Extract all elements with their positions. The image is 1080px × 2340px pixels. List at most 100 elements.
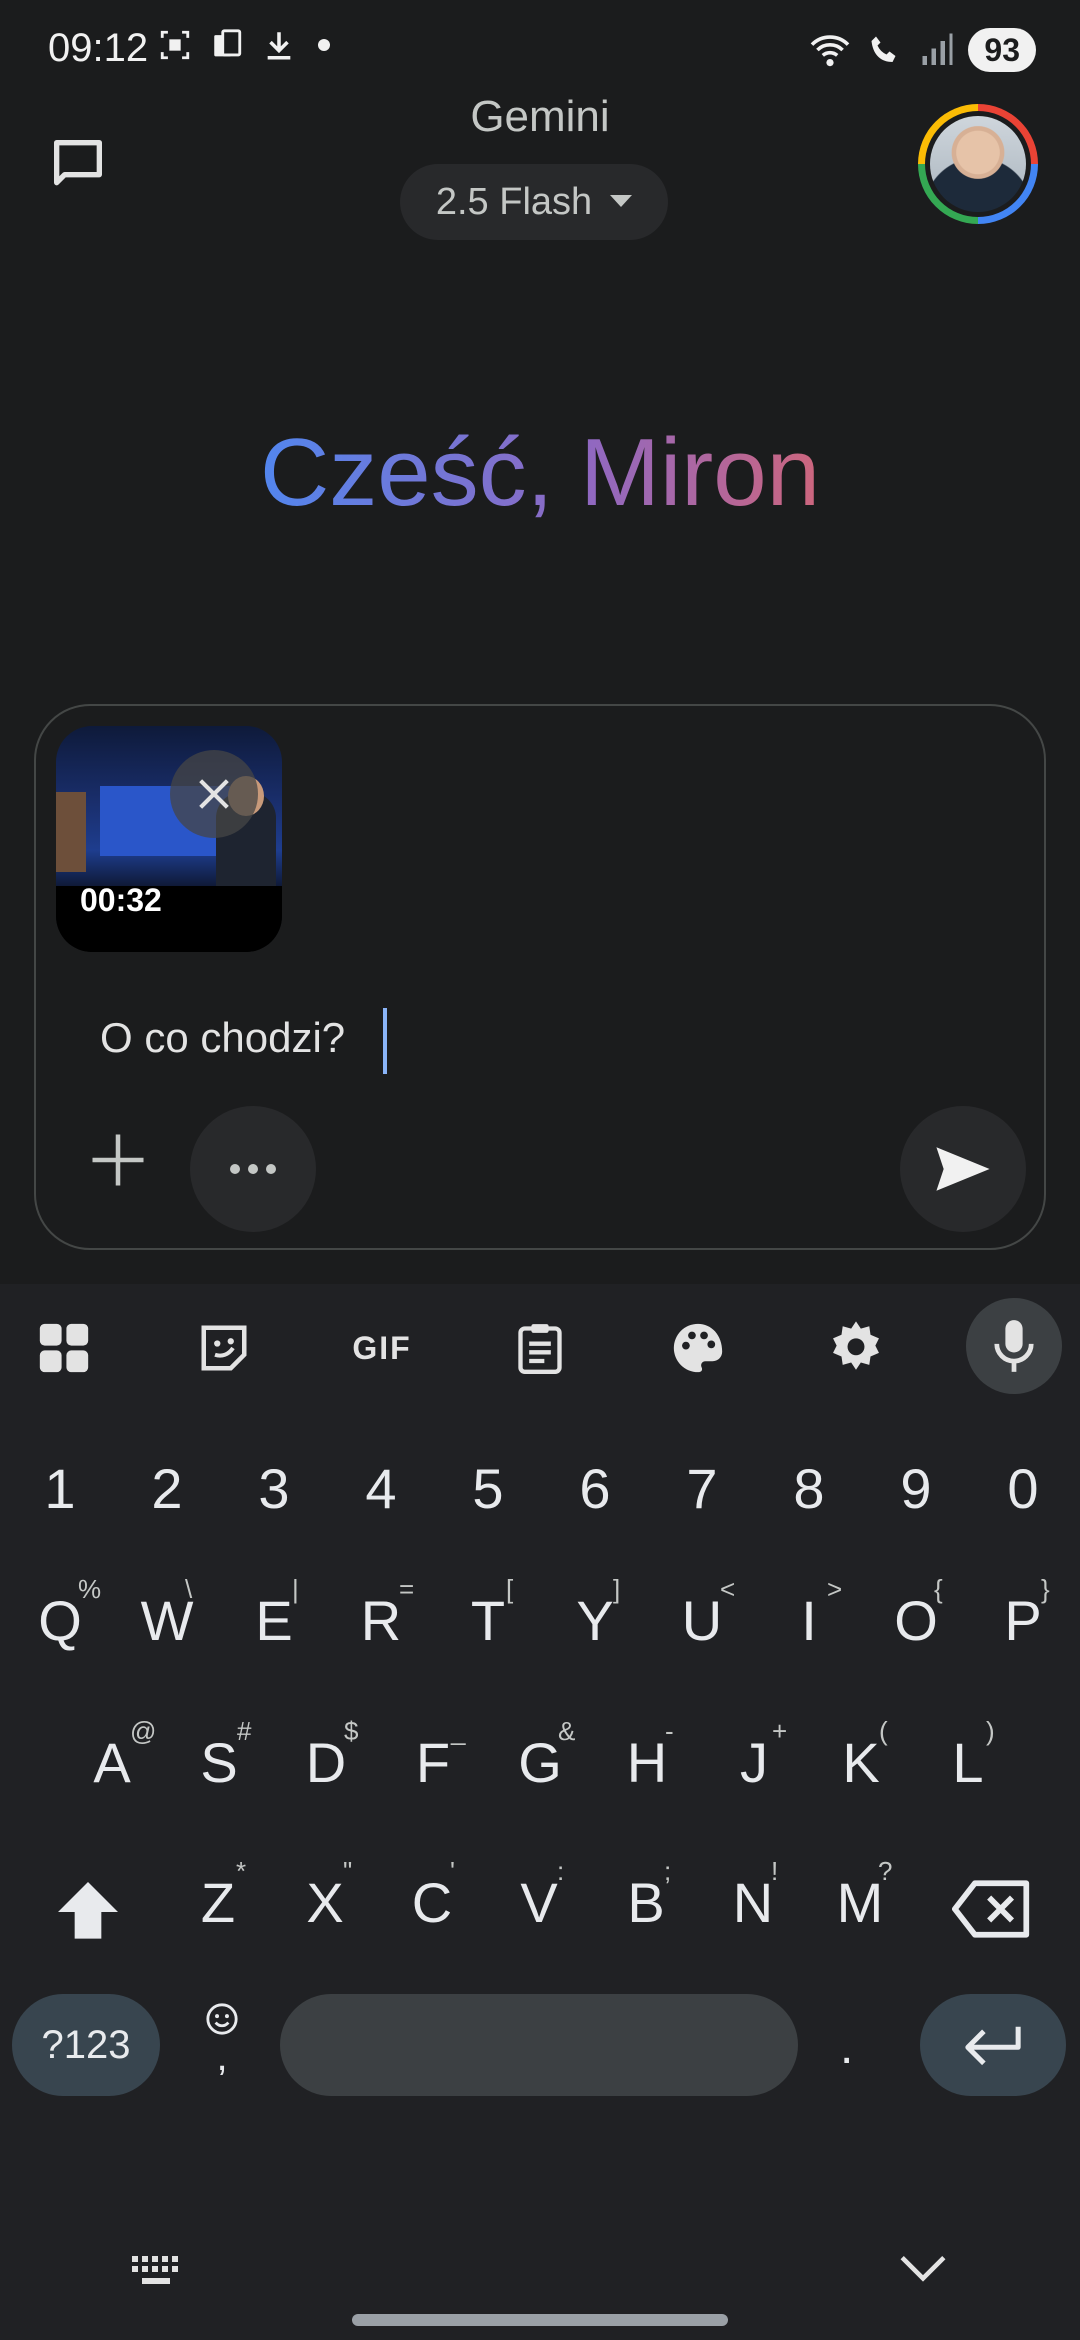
key-5[interactable]: 5 — [438, 1456, 538, 1521]
emoji-comma-key[interactable]: , — [196, 2002, 248, 2092]
more-tools-button[interactable] — [190, 1106, 316, 1232]
remove-attachment-button[interactable] — [170, 750, 258, 838]
video-attachment-thumbnail[interactable]: 00:32 — [56, 726, 282, 952]
key-j[interactable]: J + — [704, 1716, 804, 1795]
key-label: Y — [576, 1589, 614, 1652]
key-4[interactable]: 4 — [331, 1456, 431, 1521]
clipboard-icon — [518, 1324, 562, 1374]
key-secondary-label: [ — [506, 1574, 514, 1604]
key-y[interactable]: Y] — [545, 1574, 645, 1653]
enter-arrow-icon — [965, 2026, 1021, 2066]
greeting-title: Cześć, Miron — [0, 418, 1080, 528]
key-m[interactable]: M? — [810, 1856, 910, 1935]
key-d[interactable]: D $ — [276, 1716, 376, 1795]
key-secondary-label: * — [236, 1856, 247, 1886]
key-secondary-label: < — [720, 1574, 736, 1604]
key-secondary-label: ? — [878, 1856, 893, 1886]
prompt-input[interactable]: O co chodzi? — [100, 1014, 345, 1062]
plus-icon — [92, 1134, 144, 1186]
key-8[interactable]: 8 — [759, 1456, 859, 1521]
key-0[interactable]: 0 — [973, 1456, 1073, 1521]
key-t[interactable]: T[ — [438, 1574, 538, 1653]
key-label: M — [836, 1871, 884, 1934]
sticker-button[interactable] — [188, 1312, 260, 1384]
key-secondary-label: = — [399, 1574, 415, 1604]
key-f[interactable]: F _ — [383, 1716, 483, 1795]
key-secondary-label: \ — [185, 1574, 193, 1604]
keyboard-apps-button[interactable] — [28, 1312, 100, 1384]
key-e[interactable]: E | — [224, 1574, 324, 1653]
key-u[interactable]: U < — [652, 1574, 752, 1653]
key-label: 4 — [365, 1457, 397, 1520]
space-key[interactable] — [280, 1994, 798, 2096]
key-label: I — [801, 1589, 817, 1652]
voice-input-button[interactable] — [966, 1298, 1062, 1394]
key-label: A — [93, 1731, 131, 1794]
key-a[interactable]: A @ — [62, 1716, 162, 1795]
app-title: Gemini — [470, 92, 610, 141]
sticker-icon — [201, 1325, 247, 1371]
key-label: P — [1004, 1589, 1042, 1652]
key-secondary-label: } — [1041, 1574, 1050, 1604]
add-button[interactable] — [84, 1126, 152, 1194]
key-label: 3 — [258, 1457, 290, 1520]
key-label: U — [681, 1589, 723, 1652]
key-6[interactable]: 6 — [545, 1456, 645, 1521]
key-1[interactable]: 1 — [10, 1456, 110, 1521]
model-selector[interactable]: 2.5 Flash — [400, 164, 668, 240]
key-v[interactable]: V: — [489, 1856, 589, 1935]
grid-icon — [39, 1323, 89, 1373]
key-label: J — [740, 1731, 768, 1794]
key-q[interactable]: Q% — [10, 1574, 110, 1653]
key-label: 6 — [579, 1457, 611, 1520]
key-label: Z — [200, 1871, 236, 1934]
account-avatar-button[interactable] — [918, 104, 1038, 224]
key-3[interactable]: 3 — [224, 1456, 324, 1521]
key-l[interactable]: L) — [918, 1716, 1018, 1795]
screenshot-icon — [160, 30, 190, 60]
key-s[interactable]: S # — [169, 1716, 269, 1795]
key-secondary-label: ! — [771, 1856, 779, 1886]
backspace-key[interactable] — [952, 1874, 1032, 1944]
key-label: B — [627, 1871, 665, 1934]
keyboard-settings-button[interactable] — [820, 1312, 892, 1384]
key-b[interactable]: B; — [596, 1856, 696, 1935]
key-2[interactable]: 2 — [117, 1456, 217, 1521]
keyboard-switch-button[interactable] — [130, 2252, 190, 2292]
symbols-switch-key[interactable]: ?123 — [12, 1994, 160, 2096]
signal-icon — [922, 33, 953, 65]
key-n[interactable]: N! — [703, 1856, 803, 1935]
key-h[interactable]: H- — [597, 1716, 697, 1795]
key-o[interactable]: O{ — [866, 1574, 966, 1653]
key-c[interactable]: C ' — [382, 1856, 482, 1935]
key-label: E — [255, 1589, 293, 1652]
key-w[interactable]: W \ — [117, 1574, 217, 1653]
key-k[interactable]: K( — [811, 1716, 911, 1795]
key-g[interactable]: G & — [490, 1716, 590, 1795]
home-indicator[interactable] — [352, 2314, 728, 2326]
close-icon — [199, 779, 229, 809]
key-label: Q — [38, 1589, 82, 1652]
key-z[interactable]: Z * — [168, 1856, 268, 1935]
shift-key[interactable] — [48, 1872, 128, 1952]
key-secondary-label: ] — [613, 1574, 621, 1604]
key-r[interactable]: R = — [331, 1574, 431, 1653]
backspace-icon — [952, 1880, 1030, 1938]
key-i[interactable]: I > — [759, 1574, 859, 1653]
period-key[interactable]: . — [840, 2020, 853, 2075]
theme-button[interactable] — [662, 1312, 734, 1384]
send-button[interactable] — [900, 1106, 1026, 1232]
clipboard-button[interactable] — [504, 1312, 576, 1384]
video-duration: 00:32 — [80, 882, 162, 918]
key-7[interactable]: 7 — [652, 1456, 752, 1521]
key-x[interactable]: X " — [275, 1856, 375, 1935]
key-label: C — [411, 1871, 453, 1934]
wifi-call-icon — [871, 36, 896, 62]
gif-button[interactable]: GIF — [346, 1312, 418, 1384]
key-p[interactable]: P} — [973, 1574, 1073, 1653]
battery-indicator: 93 — [968, 28, 1036, 72]
enter-key[interactable] — [920, 1994, 1066, 2096]
hide-keyboard-button[interactable] — [898, 2250, 948, 2290]
key-secondary-label: - — [665, 1716, 674, 1746]
key-9[interactable]: 9 — [866, 1456, 966, 1521]
